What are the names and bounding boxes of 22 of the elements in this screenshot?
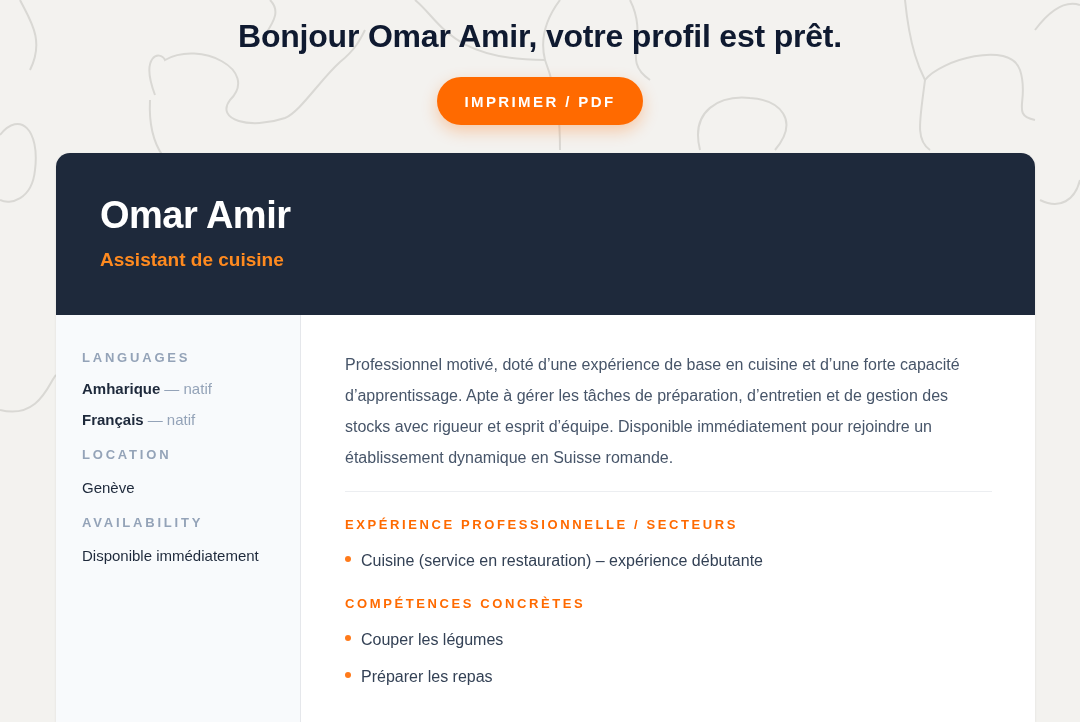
language-level: — natif [147, 410, 196, 429]
greeting-heading: Bonjour Omar Amir, votre profil est prêt. [237, 17, 843, 56]
list-item-text: Préparer les repas [361, 667, 493, 687]
language-level: — natif [164, 379, 212, 398]
sidebar-value: Disponible immédiatement [82, 546, 259, 565]
sidebar-value: Genève [82, 478, 135, 497]
profile-title: Assistant de cuisine [100, 248, 284, 272]
sidebar-heading: AVAILABILITY [82, 514, 204, 532]
print-pdf-button[interactable]: IMPRIMER / PDF [437, 77, 643, 125]
language-name: Français [82, 410, 144, 429]
sidebar-heading: LOCATION [82, 446, 172, 464]
language-name: Amharique [82, 379, 161, 398]
profile-name: Omar Amir [100, 193, 291, 238]
list-item-text: Cuisine (service en restauration) – expérience débutante [361, 551, 763, 571]
bullet-dot-icon [345, 556, 351, 562]
section-heading: EXPÉRIENCE PROFESSIONNELLE / SECTEURS [345, 516, 739, 534]
bullet-dot-icon [345, 672, 351, 678]
bullet-dot-icon [345, 635, 351, 641]
sidebar-heading: LANGUAGES [82, 349, 191, 367]
list-item-text: Couper les légumes [361, 630, 504, 650]
section-heading: COMPÉTENCES CONCRÈTES [345, 595, 586, 613]
summary-paragraph: Professionnel motivé, doté d’une expérience de base en cuisine et d’une forte capacité d’apprentissage. Apte à gérer les tâches de préparation, d’entretien et de gestion des stocks avec rigueur et esprit d’équipe. Disponible immédiatement pour rejoindre un établissement dynamique en Suisse romande. [345, 355, 961, 468]
